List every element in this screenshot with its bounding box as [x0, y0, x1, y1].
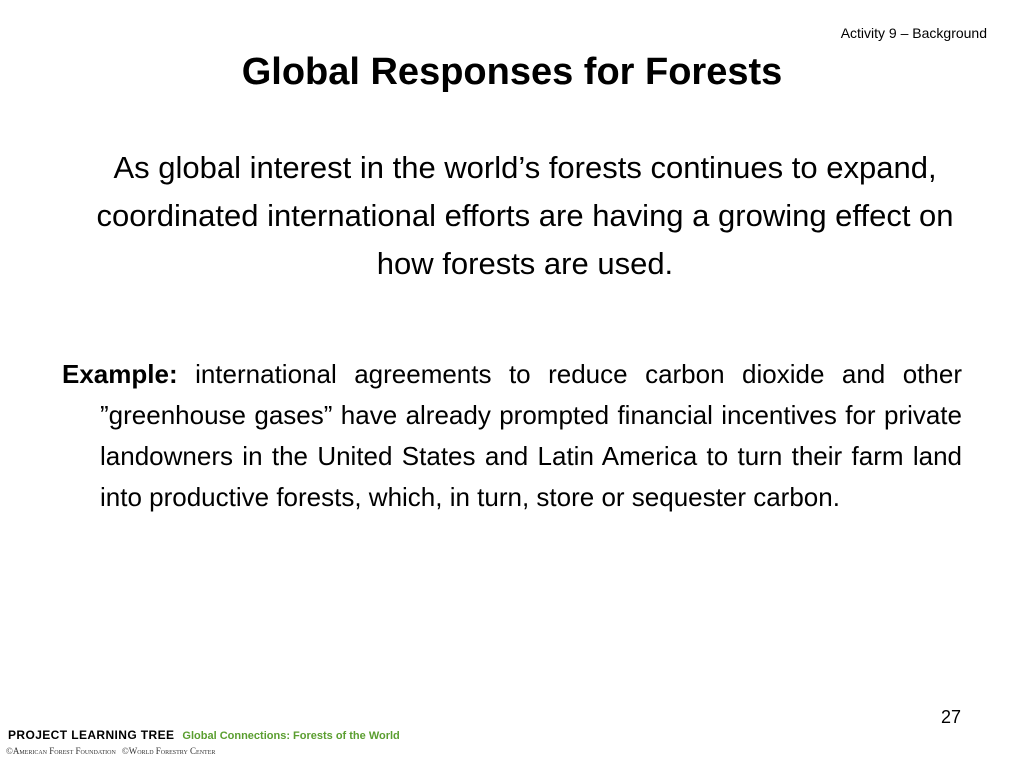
example-label: Example:	[62, 359, 178, 389]
footer-brand: PROJECT LEARNING TREE Global Connections:…	[8, 727, 400, 744]
credit-american-forest-foundation: ©American Forest Foundation	[6, 746, 116, 756]
slide-title: Global Responses for Forests	[241, 51, 783, 93]
activity-label: Activity 9 – Background	[840, 25, 987, 41]
page-number: 27	[940, 707, 961, 727]
footer-credits: ©American Forest Foundation ©World Forest…	[6, 745, 215, 757]
intro-paragraph: As global interest in the world’s forest…	[96, 150, 954, 281]
footer-tagline: Global Connections: Forests of the World	[182, 730, 400, 742]
example-paragraph: Example: international agreements to red…	[62, 354, 962, 518]
example-text: international agreements to reduce carbo…	[100, 359, 962, 512]
credit-world-forestry-center: ©World Forestry Center	[121, 746, 216, 756]
project-learning-tree-logo: PROJECT LEARNING TREE	[8, 728, 175, 742]
